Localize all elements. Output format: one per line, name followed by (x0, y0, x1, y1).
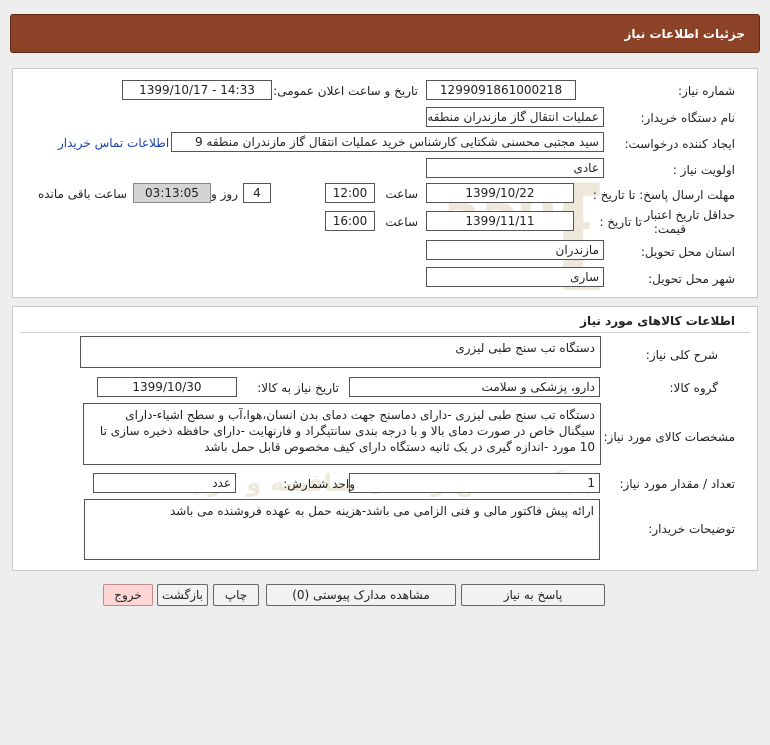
province-field: مازندران (426, 240, 604, 260)
announce-datetime-field: 1399/10/17 - 14:33 (122, 80, 272, 100)
exit-button[interactable]: خروج (103, 584, 153, 606)
city-label: شهر محل تحویل: (648, 272, 735, 286)
need-number-label: شماره نیاز: (678, 84, 735, 98)
goods-section-title: اطلاعات کالاهای مورد نیاز (580, 314, 735, 328)
quantity-label: تعداد / مقدار مورد نیاز: (619, 477, 735, 491)
print-button[interactable]: چاپ (213, 584, 259, 606)
price-validity-time-field: 16:00 (325, 211, 375, 231)
price-validity-until-label: تا تاریخ : (599, 215, 642, 229)
days-label: روز و (211, 187, 238, 201)
goods-group-field: دارو، پزشکی و سلامت (349, 377, 600, 397)
requester-label: ایجاد کننده درخواست: (624, 137, 735, 151)
buyer-contact-link[interactable]: اطلاعات تماس خریدار (58, 136, 169, 150)
attachments-button[interactable]: مشاهده مدارک پیوستی (0) (266, 584, 456, 606)
deadline-label: مهلت ارسال پاسخ: تا تاریخ : (592, 188, 735, 202)
page-header: جزئیات اطلاعات نیاز (10, 14, 760, 53)
buyer-notes-field: ارائه پیش فاکتور مالی و فنی الزامی می با… (84, 499, 600, 560)
page-title: جزئیات اطلاعات نیاز (624, 26, 745, 41)
back-button[interactable]: بازگشت (157, 584, 208, 606)
buyer-org-label: نام دستگاه خریدار: (640, 111, 736, 125)
specs-label: مشخصات کالای مورد نیاز: (603, 430, 735, 444)
goods-group-label: گروه کالا: (669, 381, 719, 395)
unit-field: عدد (93, 473, 236, 493)
buyer-org-field: عملیات انتقال گاز مازندران منطقه 9 (426, 107, 604, 127)
goods-section-divider (20, 332, 750, 333)
unit-label: واحد شمارش: (283, 477, 355, 491)
priority-label: اولویت نیاز : (672, 163, 735, 177)
province-label: استان محل تحویل: (640, 245, 735, 259)
remaining-time-field: 03:13:05 (133, 183, 211, 203)
announce-datetime-label: تاریخ و ساعت اعلان عمومی: (273, 84, 418, 98)
city-field: ساری (426, 267, 604, 287)
quantity-field: 1 (349, 473, 600, 493)
price-validity-time-label: ساعت (385, 215, 418, 229)
need-info-panel: 5501 [ (12, 68, 758, 298)
general-desc-field: دستگاه تب سنج طبی لیزری (80, 336, 601, 368)
need-number-field: 1299091861000218 (426, 80, 576, 100)
remaining-days-field: 4 (243, 183, 271, 203)
deadline-date-field: 1399/10/22 (426, 183, 574, 203)
price-validity-label-line2: قیمت: (653, 222, 686, 236)
price-validity-label-line1: حداقل تاریخ اعتبار (644, 208, 735, 222)
need-date-field: 1399/10/30 (97, 377, 237, 397)
reply-button[interactable]: پاسخ به نیاز (461, 584, 605, 606)
specs-field: دستگاه تب سنج طبی لیزری -دارای دماسنج جه… (83, 403, 601, 465)
need-date-label: تاریخ نیاز به کالا: (257, 381, 339, 395)
price-validity-date-field: 1399/11/11 (426, 211, 574, 231)
buyer-notes-label: توضیحات خریدار: (648, 522, 735, 536)
deadline-time-field: 12:00 (325, 183, 375, 203)
priority-field: عادی (426, 158, 604, 178)
remaining-time-label: ساعت باقی مانده (37, 187, 127, 201)
requester-field: سید مجتبی محسنی شکتایی کارشناس خرید عملی… (171, 132, 604, 152)
deadline-time-label: ساعت (385, 187, 418, 201)
general-desc-label: شرح کلی نیاز: (645, 348, 718, 362)
